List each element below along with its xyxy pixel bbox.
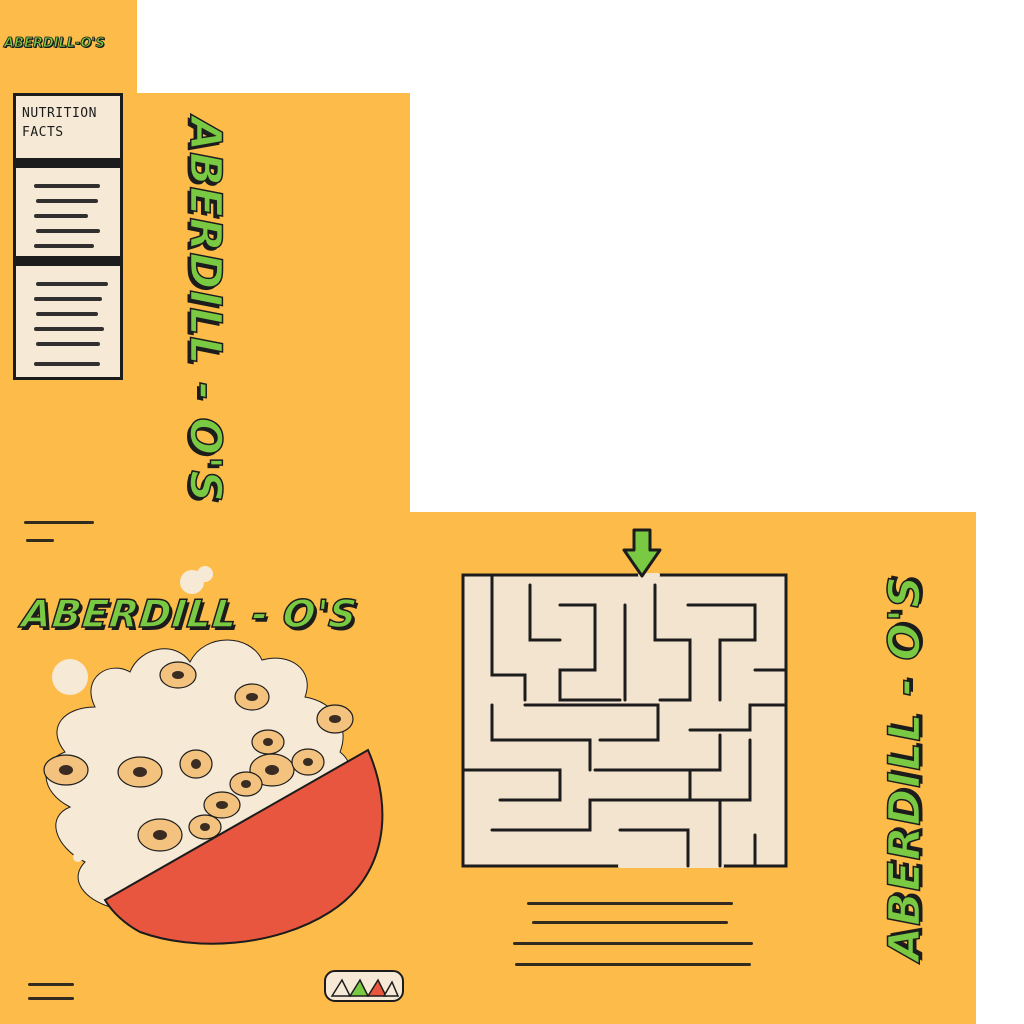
maze-puzzle[interactable] [0,0,1024,1024]
arrow-down-icon [622,528,662,578]
recycle-badge-icon [324,970,404,1002]
